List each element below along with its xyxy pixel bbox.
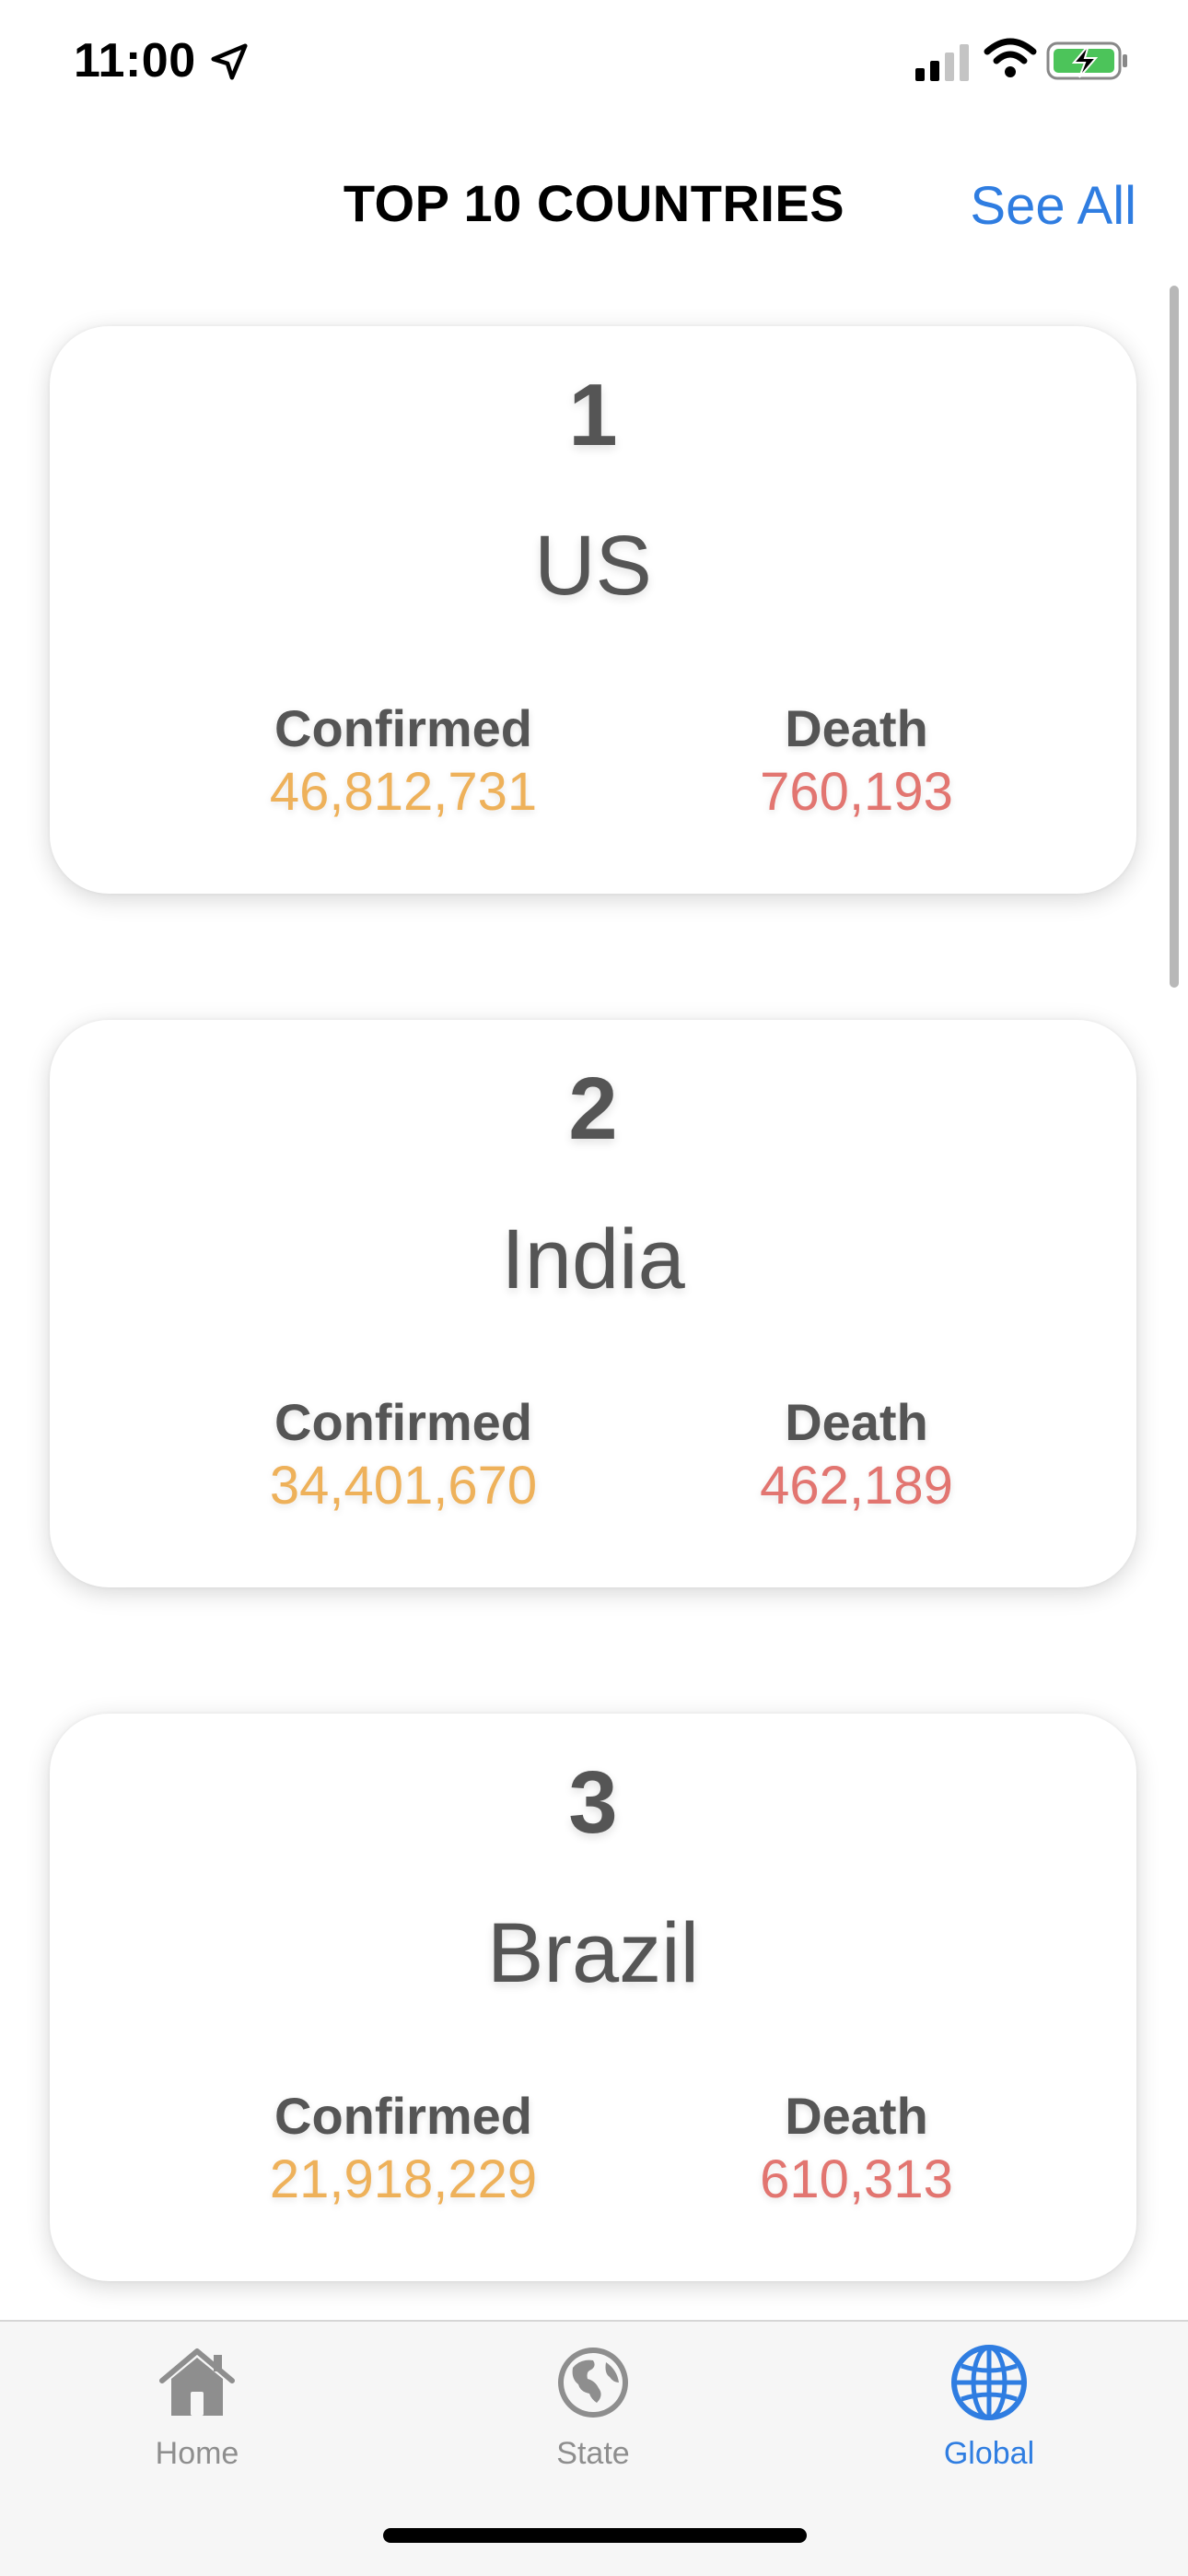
tab-home-label: Home	[155, 2436, 239, 2471]
tab-global-label: Global	[943, 2436, 1035, 2471]
confirmed-value: 21,918,229	[269, 2149, 538, 2209]
cellular-signal-icon	[915, 44, 969, 81]
country-name: India	[501, 1212, 685, 1306]
wifi-icon	[984, 38, 1037, 77]
death-label: Death	[785, 2087, 928, 2145]
confirmed-stat: Confirmed 21,918,229	[210, 2086, 597, 2213]
country-card[interactable]: 3 Brazil Confirmed 21,918,229 Death 610,…	[50, 1714, 1136, 2281]
tab-home[interactable]: Home	[59, 2322, 335, 2488]
country-rank: 2	[568, 1060, 618, 1158]
status-bar: 11:00	[0, 0, 1188, 129]
death-stat: Death 760,193	[663, 698, 1050, 825]
house-icon	[159, 2348, 235, 2416]
see-all-link[interactable]: See All	[970, 175, 1136, 237]
confirmed-stat: Confirmed 34,401,670	[210, 1392, 597, 1519]
death-label: Death	[785, 1393, 928, 1451]
home-indicator[interactable]	[383, 2528, 807, 2543]
death-value: 462,189	[760, 1456, 953, 1516]
status-time: 11:00	[74, 34, 196, 88]
confirmed-value: 34,401,670	[269, 1456, 538, 1516]
globe-americas-icon	[558, 2348, 628, 2418]
confirmed-label: Confirmed	[274, 2087, 532, 2145]
death-value: 760,193	[760, 762, 953, 822]
confirmed-value: 46,812,731	[269, 762, 538, 822]
battery-charging-icon	[1046, 41, 1127, 80]
confirmed-label: Confirmed	[274, 1393, 532, 1451]
scroll-indicator[interactable]	[1170, 286, 1179, 988]
country-card[interactable]: 1 US Confirmed 46,812,731 Death 760,193	[50, 326, 1136, 894]
confirmed-stat: Confirmed 46,812,731	[210, 698, 597, 825]
country-name: Brazil	[486, 1906, 700, 2000]
death-label: Death	[785, 699, 928, 757]
tab-state-label: State	[556, 2436, 630, 2471]
country-rank: 1	[568, 366, 618, 464]
country-name: US	[534, 519, 652, 613]
confirmed-label: Confirmed	[274, 699, 532, 757]
app-screen: 11:00 TOP 10 COUNTRIES See All 1 US Conf…	[0, 0, 1188, 2576]
tab-global[interactable]: Global	[851, 2322, 1127, 2488]
globe-grid-icon	[951, 2345, 1027, 2420]
death-stat: Death 610,313	[663, 2086, 1050, 2213]
location-arrow-icon	[211, 43, 248, 80]
death-value: 610,313	[760, 2149, 953, 2209]
tab-state[interactable]: State	[455, 2322, 731, 2488]
death-stat: Death 462,189	[663, 1392, 1050, 1519]
country-card[interactable]: 2 India Confirmed 34,401,670 Death 462,1…	[50, 1020, 1136, 1587]
country-rank: 3	[568, 1753, 618, 1852]
